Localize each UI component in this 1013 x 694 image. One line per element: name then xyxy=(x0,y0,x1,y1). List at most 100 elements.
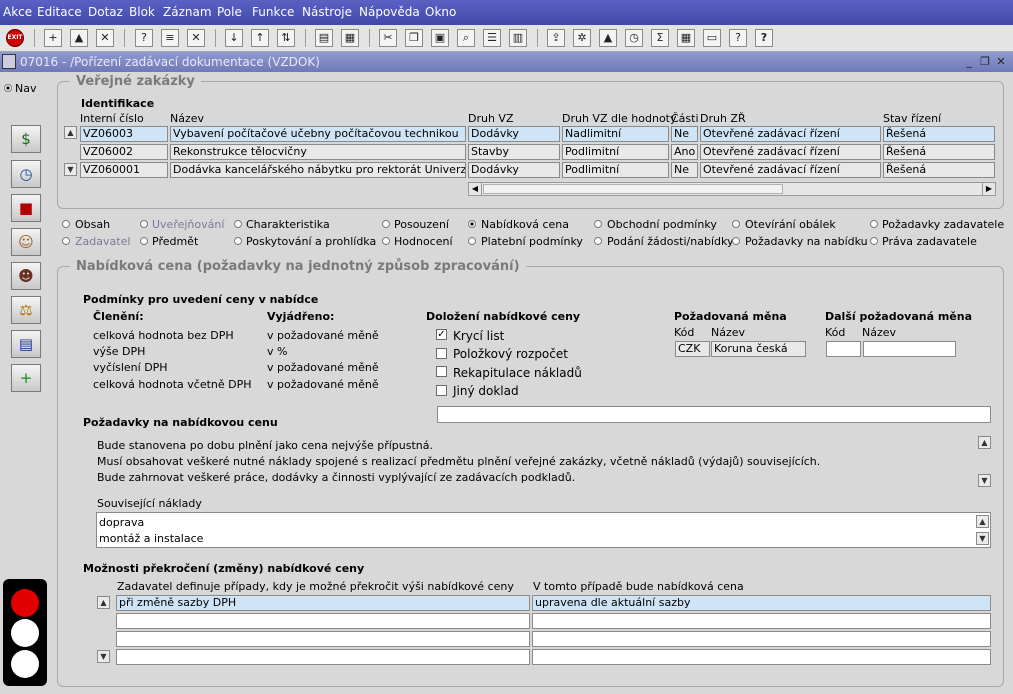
scroll-right-icon[interactable]: ▶ xyxy=(982,183,995,195)
row2-id[interactable]: VZ06002 xyxy=(80,144,168,160)
print-preview-icon[interactable]: ▦ xyxy=(341,29,359,47)
moznosti-scroll-down-icon[interactable]: ▼ xyxy=(97,650,110,663)
tab-platebni-podminky-radio[interactable] xyxy=(468,237,476,245)
find-icon[interactable]: ⌕ xyxy=(457,29,475,47)
row2-casti[interactable]: Ano xyxy=(671,144,698,160)
context-help-icon[interactable]: ? xyxy=(729,29,747,47)
moz-row2-a[interactable] xyxy=(116,613,530,629)
row2-zr[interactable]: Otevřené zadávací řízení xyxy=(700,144,881,160)
scroll-left-icon[interactable]: ◀ xyxy=(469,183,482,195)
pozadavky-scroll-up-icon[interactable]: ▲ xyxy=(978,436,991,449)
moz-row4-b[interactable] xyxy=(532,649,991,665)
tab-posouzeni[interactable]: Posouzení xyxy=(394,218,449,231)
row1-stav[interactable]: Řešená xyxy=(883,126,995,142)
tab-otevirani-obalek-radio[interactable] xyxy=(732,220,740,228)
exit-icon[interactable]: EXIT xyxy=(6,29,24,47)
menu-okno[interactable]: Okno xyxy=(425,5,456,19)
tab-zadavatel[interactable]: Zadavatel xyxy=(75,235,130,248)
sort-multi-icon[interactable]: ⇅ xyxy=(277,29,295,47)
souvisejici-scroll-down-icon[interactable]: ▼ xyxy=(976,532,989,545)
horizontal-scrollbar[interactable]: ◀ ▶ xyxy=(468,182,996,196)
tab-obchodni-podminky[interactable]: Obchodní podmínky xyxy=(607,218,717,231)
souvisejici-scroll-up-icon[interactable]: ▲ xyxy=(976,515,989,528)
row1-name[interactable]: Vybavení počítačové učebny počítačovou t… xyxy=(170,126,466,142)
jiny-doklad-input[interactable] xyxy=(437,406,991,423)
row1-zr[interactable]: Otevřené zadávací řízení xyxy=(700,126,881,142)
nav-radio[interactable] xyxy=(4,84,12,92)
navigate-icon[interactable]: ▲ xyxy=(599,29,617,47)
row1-id[interactable]: VZ06003 xyxy=(80,126,168,142)
table-scroll-up-icon[interactable]: ▲ xyxy=(64,126,77,139)
person-icon[interactable]: ☻ xyxy=(11,262,41,290)
row2-stav[interactable]: Řešená xyxy=(883,144,995,160)
row3-hodnota[interactable]: Podlimitní xyxy=(562,162,669,178)
menu-napoveda[interactable]: Nápověda xyxy=(359,5,420,19)
moz-row4-a[interactable] xyxy=(116,649,530,665)
tab-pozadavky-zadavatele[interactable]: Požadavky zadavatele xyxy=(882,218,1004,231)
dalsi-kod-field[interactable] xyxy=(826,341,861,357)
toolbox-icon[interactable]: ■ xyxy=(11,194,41,222)
tab-zadavatel-radio[interactable] xyxy=(62,237,70,245)
row3-zr[interactable]: Otevřené zadávací řízení xyxy=(700,162,881,178)
tab-obsah-radio[interactable] xyxy=(62,220,70,228)
query-icon[interactable]: ? xyxy=(135,29,153,47)
menu-pole[interactable]: Pole xyxy=(217,5,242,19)
scales-icon[interactable]: ⚖ xyxy=(11,296,41,324)
menu-nastroje[interactable]: Nástroje xyxy=(302,5,352,19)
print-icon[interactable]: ▤ xyxy=(315,29,333,47)
tab-poskytovani[interactable]: Poskytování a prohlídka xyxy=(246,235,376,248)
polozkovy-rozpocet-checkbox[interactable] xyxy=(436,348,447,359)
tab-pozadavky-na-nabidku-radio[interactable] xyxy=(732,237,740,245)
kryci-list-checkbox[interactable]: ✓ xyxy=(436,329,447,340)
tab-podani-zadosti[interactable]: Podání žádosti/nabídky xyxy=(607,235,733,248)
tab-uverejnovani-radio[interactable] xyxy=(140,220,148,228)
tab-charakteristika[interactable]: Charakteristika xyxy=(246,218,330,231)
tab-platebni-podminky[interactable]: Platební podmínky xyxy=(481,235,583,248)
sort-desc-icon[interactable]: ↑ xyxy=(251,29,269,47)
row3-druh[interactable]: Dodávky xyxy=(468,162,560,178)
tab-podani-zadosti-radio[interactable] xyxy=(594,237,602,245)
paste-icon[interactable]: ▣ xyxy=(431,29,449,47)
tab-pozadavky-zadavatele-radio[interactable] xyxy=(870,220,878,228)
mena-nazev-field[interactable]: Koruna česká xyxy=(711,341,806,357)
document-icon[interactable]: ▭ xyxy=(703,29,721,47)
sort-asc-icon[interactable]: ↓ xyxy=(225,29,243,47)
row2-hodnota[interactable]: Podlimitní xyxy=(562,144,669,160)
row3-id[interactable]: VZ060001 xyxy=(80,162,168,178)
tab-prava-zadavatele[interactable]: Práva zadavatele xyxy=(882,235,977,248)
row3-stav[interactable]: Řešená xyxy=(883,162,995,178)
money-icon[interactable]: $ xyxy=(11,125,41,153)
copy-icon[interactable]: ❐ xyxy=(405,29,423,47)
save-icon[interactable]: ▲ xyxy=(70,29,88,47)
tab-posouzeni-radio[interactable] xyxy=(382,220,390,228)
moz-row2-b[interactable] xyxy=(532,613,991,629)
moz-row1-b[interactable]: upravena dle aktuální sazby xyxy=(532,595,991,611)
calculator-icon[interactable]: ▦ xyxy=(677,29,695,47)
table-icon[interactable]: ▥ xyxy=(509,29,527,47)
notepad-icon[interactable]: ▤ xyxy=(11,330,41,358)
pozadavky-text-area[interactable]: Bude stanovena po dobu plnění jako cena … xyxy=(95,433,975,491)
dalsi-nazev-field[interactable] xyxy=(863,341,956,357)
tab-nabidkova-cena-radio[interactable] xyxy=(468,220,476,228)
mena-kod-field[interactable]: CZK xyxy=(675,341,710,357)
rekapitulace-checkbox[interactable] xyxy=(436,366,447,377)
tab-predmet[interactable]: Předmět xyxy=(152,235,198,248)
jiny-doklad-checkbox[interactable] xyxy=(436,385,447,396)
tab-hodnoceni[interactable]: Hodnocení xyxy=(394,235,453,248)
row3-name[interactable]: Dodávka kancelářského nábytku pro rektor… xyxy=(170,162,466,178)
cut-icon[interactable]: ✂ xyxy=(379,29,397,47)
row2-druh[interactable]: Stavby xyxy=(468,144,560,160)
menu-editace[interactable]: Editace xyxy=(37,5,82,19)
menu-funkce[interactable]: Funkce xyxy=(252,5,294,19)
list-icon[interactable]: ☰ xyxy=(483,29,501,47)
tab-hodnoceni-radio[interactable] xyxy=(382,237,390,245)
tab-otevirani-obalek[interactable]: Otevírání obálek xyxy=(745,218,836,231)
minimize-icon[interactable]: _ xyxy=(963,55,975,68)
execute-query-icon[interactable]: ≡ xyxy=(161,29,179,47)
tab-uverejnovani[interactable]: Uveřejňování xyxy=(152,218,224,231)
row1-casti[interactable]: Ne xyxy=(671,126,698,142)
delete-record-icon[interactable]: ✕ xyxy=(96,29,114,47)
souvisejici-field[interactable]: doprava montáž a instalace ▲ ▼ xyxy=(96,512,991,548)
tab-prava-zadavatele-radio[interactable] xyxy=(870,237,878,245)
cancel-query-icon[interactable]: ✕ xyxy=(187,29,205,47)
